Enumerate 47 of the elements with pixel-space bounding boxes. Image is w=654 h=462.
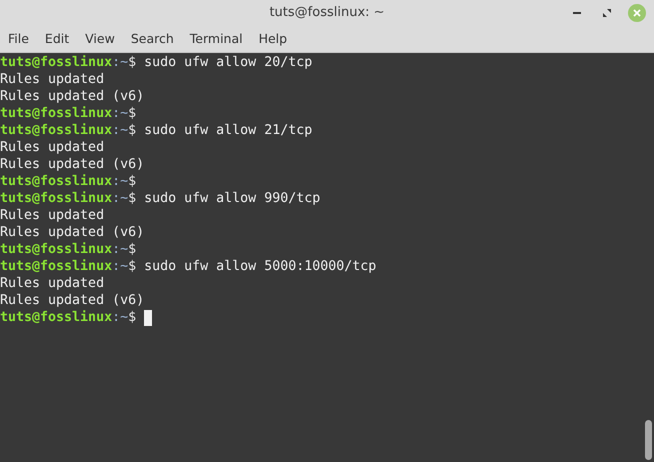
maximize-icon [603,9,611,17]
menu-item[interactable]: Help [250,31,296,46]
prompt-sign: $ [128,241,136,258]
prompt-sign: $ [128,173,136,190]
window-title: tuts@fosslinux: ~ [269,5,385,20]
menu-item[interactable]: Terminal [182,31,251,46]
output-text: Rules updated [0,71,104,88]
scrollbar-thumb[interactable] [645,420,652,460]
output-text: Rules updated (v6) [0,156,144,173]
prompt-user: tuts@fosslinux [0,54,112,71]
prompt-sign: $ [128,309,136,326]
menu-item[interactable]: Search [122,31,182,46]
prompt-user: tuts@fosslinux [0,258,112,275]
prompt-path: :~ [112,54,128,71]
menu-item[interactable]: File [0,31,37,46]
output-text: Rules updated [0,139,104,156]
prompt-user: tuts@fosslinux [0,122,112,139]
minimize-icon [573,12,581,14]
command-text: sudo ufw allow 990/tcp [144,190,320,207]
prompt-sign: $ [128,190,136,207]
prompt-path: :~ [112,122,128,139]
prompt-path: :~ [112,241,128,258]
prompt-user: tuts@fosslinux [0,173,112,190]
prompt-user: tuts@fosslinux [0,190,112,207]
prompt-sign: $ [128,105,136,122]
prompt-path: :~ [112,190,128,207]
output-text: Rules updated (v6) [0,292,144,309]
menu-item[interactable]: Edit [36,31,78,46]
close-icon [633,9,641,17]
prompt-sign: $ [128,54,136,71]
prompt-user: tuts@fosslinux [0,309,112,326]
prompt-path: :~ [112,105,128,122]
prompt-user: tuts@fosslinux [0,105,112,122]
prompt-sign: $ [128,122,136,139]
output-text: Rules updated [0,275,104,292]
output-text: Rules updated (v6) [0,224,144,241]
prompt-path: :~ [112,173,128,190]
output-text: Rules updated [0,207,104,224]
command-text: sudo ufw allow 20/tcp [144,54,312,71]
prompt-sign: $ [128,258,136,275]
prompt-path: :~ [112,258,128,275]
command-text: sudo ufw allow 5000:10000/tcp [144,258,376,275]
output-text: Rules updated (v6) [0,88,144,105]
menu-item[interactable]: View [77,31,123,46]
command-text: sudo ufw allow 21/tcp [144,122,312,139]
prompt-user: tuts@fosslinux [0,241,112,258]
prompt-path: :~ [112,309,128,326]
